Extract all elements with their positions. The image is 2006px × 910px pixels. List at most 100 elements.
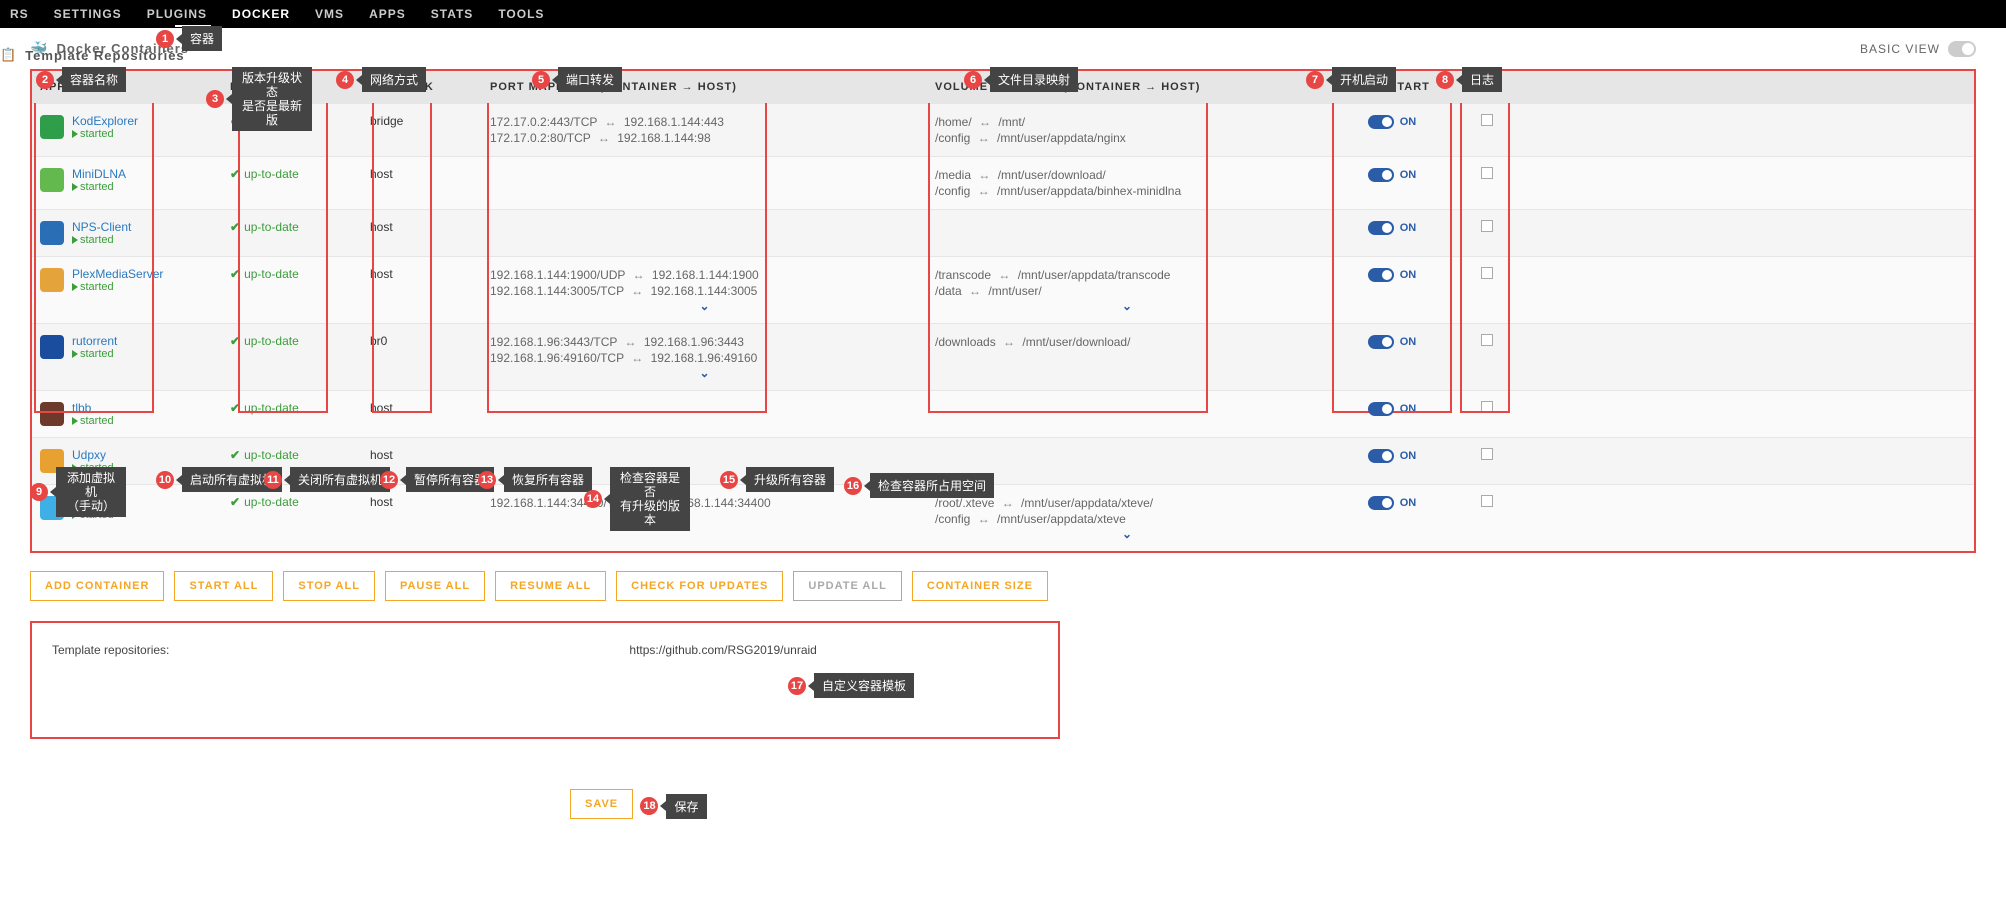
network-mode: host [370,448,393,462]
volume-mapping: /transcode ↔ /mnt/user/appdata/transcode [935,267,1319,283]
save-button[interactable]: SAVE [570,789,633,819]
autostart-state: ON [1400,497,1417,509]
log-checkbox[interactable] [1481,495,1493,507]
nav-settings[interactable]: SETTINGS [54,7,122,21]
nav-tools[interactable]: TOOLS [498,7,544,21]
port-mapping: 192.168.1.144:3005/TCP ↔ 192.168.1.144:3… [490,283,919,299]
expand-icon[interactable]: ⌄ [935,527,1319,541]
container-app[interactable]: tlbb started [40,401,214,427]
template-repos-label: Template repositories: [52,643,169,657]
log-checkbox[interactable] [1481,167,1493,179]
network-mode: host [370,267,393,281]
network-mode: host [370,401,393,415]
template-repos-section: Template repositories: https://github.co… [30,621,1060,739]
stop-all-button[interactable]: STOP ALL [283,571,375,601]
container-status: started [72,281,163,293]
volume-mapping: /config ↔ /mnt/user/appdata/nginx [935,130,1319,146]
container-name[interactable]: rutorrent [72,334,117,348]
log-checkbox[interactable] [1481,114,1493,126]
container-name[interactable]: KodExplorer [72,114,138,128]
add-container-button[interactable]: ADD CONTAINER [30,571,164,601]
autostart-toggle[interactable] [1368,268,1394,282]
container-name[interactable]: tlbb [72,401,114,415]
update-status: ✔up-to-date [230,401,354,415]
expand-icon[interactable]: ⌄ [490,299,919,313]
port-mapping: 172.17.0.2:80/TCP ↔ 192.168.1.144:98 [490,130,919,146]
volume-mapping: /home/ ↔ /mnt/ [935,114,1319,130]
network-mode: br0 [370,334,387,348]
table-row: tlbb started ✔up-to-date host ON [32,390,1974,437]
container-app[interactable]: rutorrent started [40,334,214,360]
port-mapping: 192.168.1.144:1900/UDP ↔ 192.168.1.144:1… [490,267,919,283]
container-app[interactable]: KodExplorer started [40,114,214,140]
nav-stats[interactable]: STATS [431,7,474,21]
log-checkbox[interactable] [1481,220,1493,232]
container-icon [40,221,64,245]
autostart-state: ON [1400,269,1417,281]
update-status: ✔up-to-date [230,220,354,234]
expand-icon[interactable]: ⌄ [935,299,1319,313]
container-icon [40,115,64,139]
template-repos-url[interactable]: https://github.com/RSG2019/unraid [629,643,816,657]
autostart-toggle[interactable] [1368,221,1394,235]
autostart-toggle[interactable] [1368,496,1394,510]
table-row: rutorrent started ✔up-to-datebr0192.168.… [32,323,1974,390]
autostart-toggle[interactable] [1368,335,1394,349]
log-checkbox[interactable] [1481,334,1493,346]
volume-mapping: /downloads ↔ /mnt/user/download/ [935,334,1319,350]
table-row: KodExplorer started ✔up-to-datebridge172… [32,103,1974,156]
container-icon [40,335,64,359]
network-mode: host [370,167,393,181]
update-status: ✔up-to-date [230,267,354,281]
autostart-state: ON [1400,116,1417,128]
container-status: started [72,234,131,246]
volume-mapping: /media ↔ /mnt/user/download/ [935,167,1319,183]
container-app[interactable]: MiniDLNA started [40,167,214,193]
nav-vms[interactable]: VMS [315,7,344,21]
nav-docker[interactable]: DOCKER [232,7,290,21]
nav-rs[interactable]: RS [10,7,29,21]
table-row: PlexMediaServer started ✔up-to-date host 1… [32,256,1974,323]
autostart-state: ON [1400,169,1417,181]
autostart-toggle[interactable] [1368,115,1394,129]
container-icon [40,168,64,192]
container-size-button[interactable]: CONTAINER SIZE [912,571,1048,601]
container-name[interactable]: NPS-Client [72,220,131,234]
update-status: ✔up-to-date [230,448,354,462]
update-status: ✔up-to-date [230,495,354,509]
container-status: started [72,181,126,193]
autostart-state: ON [1400,336,1417,348]
resume-all-button[interactable]: RESUME ALL [495,571,606,601]
autostart-toggle[interactable] [1368,449,1394,463]
basic-view-toggle[interactable] [1948,41,1976,57]
port-mapping: 172.17.0.2:443/TCP ↔ 192.168.1.144:443 [490,114,919,130]
update-all-button: UPDATE ALL [793,571,901,601]
log-checkbox[interactable] [1481,267,1493,279]
autostart-state: ON [1400,403,1417,415]
table-row: NPS-Client started ✔up-to-datehostON [32,209,1974,256]
autostart-toggle[interactable] [1368,168,1394,182]
table-row: MiniDLNA started ✔up-to-datehost/media ↔… [32,156,1974,209]
autostart-state: ON [1400,222,1417,234]
expand-icon[interactable]: ⌄ [490,366,919,380]
container-app[interactable]: PlexMediaServer started [40,267,214,293]
container-app[interactable]: NPS-Client started [40,220,214,246]
basic-view-label: BASIC VIEW [1860,42,1940,56]
container-name[interactable]: Udpxy [72,448,114,462]
nav-plugins[interactable]: PLUGINS [147,7,207,21]
log-checkbox[interactable] [1481,401,1493,413]
clipboard-icon [0,47,17,63]
container-status: started [72,348,117,360]
check-updates-button[interactable]: CHECK FOR UPDATES [616,571,783,601]
pause-all-button[interactable]: PAUSE ALL [385,571,485,601]
network-mode: host [370,495,393,509]
log-checkbox[interactable] [1481,448,1493,460]
nav-apps[interactable]: APPS [369,7,406,21]
port-mapping: 192.168.1.96:49160/TCP ↔ 192.168.1.96:49… [490,350,919,366]
autostart-toggle[interactable] [1368,402,1394,416]
container-status: started [72,415,114,427]
container-name[interactable]: PlexMediaServer [72,267,163,281]
container-name[interactable]: MiniDLNA [72,167,126,181]
start-all-button[interactable]: START ALL [174,571,273,601]
volume-mapping: /config ↔ /mnt/user/appdata/xteve [935,511,1319,527]
